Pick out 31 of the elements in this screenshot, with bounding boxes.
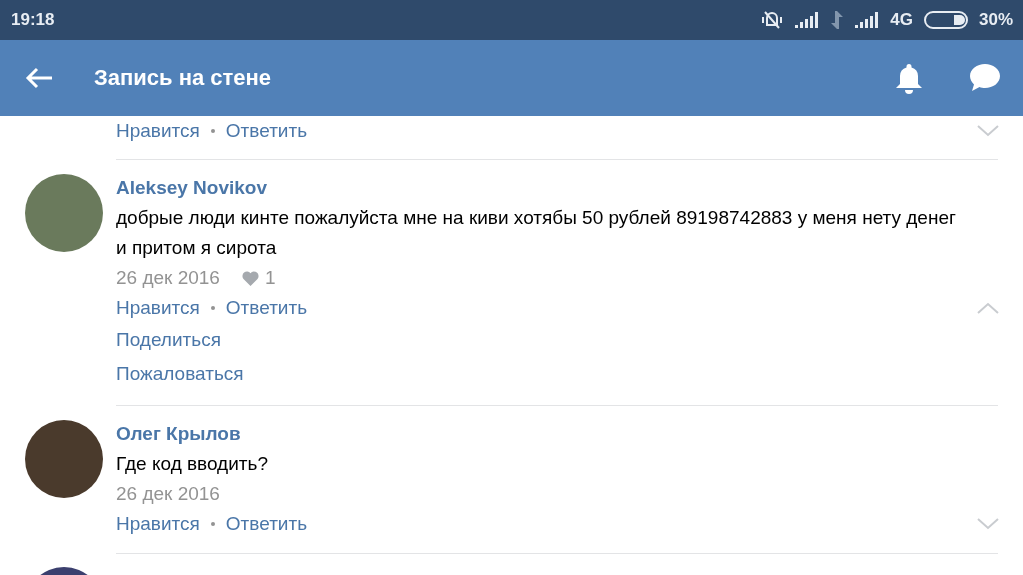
screen-title: Запись на стене (94, 65, 273, 91)
comment-action-link[interactable]: Ответить (225, 509, 308, 539)
comment-menu-link[interactable]: Пожаловаться (116, 357, 967, 391)
comment-action-link[interactable]: Нравится (116, 509, 200, 539)
data-arrows-icon (830, 11, 845, 29)
comment-action-link[interactable]: Нравится (116, 116, 200, 146)
comment-action-link[interactable]: Нравится (116, 293, 200, 323)
notifications-button[interactable] (894, 62, 924, 94)
author-name[interactable]: Олег Крылов (116, 419, 241, 449)
comment-action-link[interactable]: Ответить (225, 116, 308, 146)
comment-date: 26 дек 2016 (116, 266, 220, 290)
comment-date: 26 дек 2016 (116, 482, 220, 506)
author-name[interactable]: Aleksey Novikov (116, 173, 268, 203)
battery-level: 30% (978, 10, 1013, 30)
comment-menu-link[interactable]: Поделиться (116, 323, 967, 357)
heart-icon (241, 270, 259, 286)
signal-icon (855, 12, 880, 28)
back-button[interactable] (24, 66, 54, 90)
comment-text: добрые люди кинте пожалуйста мне на киви хотябы 50 рублей 89198742883 у меня нету денег и притом я сирота (116, 206, 957, 260)
signal-icon (795, 12, 820, 28)
messages-button[interactable] (969, 62, 1001, 94)
comment-action-link[interactable]: Ответить (225, 293, 308, 323)
like-count: 1 (264, 266, 276, 290)
vibrate-off-icon (760, 10, 785, 30)
separator-dot (210, 306, 215, 310)
separator-dot (210, 129, 215, 133)
battery-icon (923, 11, 968, 29)
status-time: 19:18 (11, 10, 55, 30)
separator-dot (210, 522, 215, 526)
network-type: 4G (890, 10, 913, 30)
comment-text: Где код вводить? (116, 452, 269, 476)
